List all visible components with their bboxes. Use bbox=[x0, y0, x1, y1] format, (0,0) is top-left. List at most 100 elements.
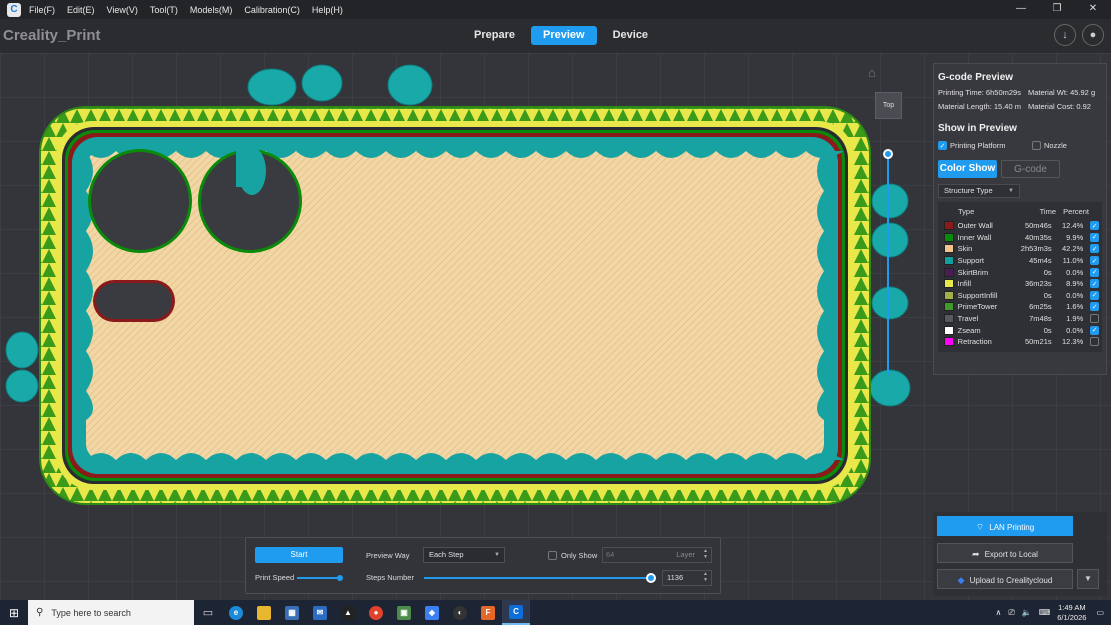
legend-visibility-checkbox[interactable]: ✓ bbox=[1090, 244, 1099, 254]
structure-type-select[interactable]: Structure Type ▼ bbox=[938, 184, 1020, 198]
legend-visibility-checkbox[interactable]: ✓ bbox=[1090, 290, 1099, 300]
maximize-icon[interactable]: ❐ bbox=[1039, 0, 1075, 19]
legend-row: Support 45m4s 11.0% ✓ bbox=[938, 255, 1102, 267]
menu-tool[interactable]: Tool(T) bbox=[150, 5, 178, 15]
clock[interactable]: 1:49 AM 6/1/2026 bbox=[1057, 603, 1086, 623]
upload-cloud-button[interactable]: ◆ Upload to Crealitycloud bbox=[937, 569, 1073, 589]
color-swatch bbox=[944, 244, 954, 254]
structure-type-value: Structure Type bbox=[944, 186, 993, 195]
app-icon-4[interactable]: ◐ bbox=[446, 600, 474, 625]
user-icon[interactable]: ● bbox=[1082, 24, 1104, 46]
layer-slider-track[interactable] bbox=[887, 154, 889, 374]
menu-file[interactable]: File(F) bbox=[29, 5, 55, 15]
export-panel: ⌔ LAN Printing ➦ Export to Local ◆ Upload t… bbox=[933, 512, 1107, 596]
print-speed-handle[interactable] bbox=[337, 575, 343, 581]
chevron-down-icon[interactable]: ▼ bbox=[1077, 569, 1099, 589]
legend-visibility-checkbox[interactable]: ✓ bbox=[1090, 325, 1099, 335]
preview-way-label: Preview Way bbox=[366, 551, 410, 560]
menu-view[interactable]: View(V) bbox=[107, 5, 138, 15]
notification-icon[interactable]: ▭ bbox=[1096, 608, 1104, 617]
legend-visibility-checkbox[interactable] bbox=[1090, 314, 1099, 324]
legend-time: 40m35s bbox=[1024, 232, 1052, 242]
printing-time: Printing Time: 6h50m29s bbox=[938, 88, 1021, 97]
tab-device[interactable]: Device bbox=[601, 26, 660, 45]
color-show-button[interactable]: Color Show bbox=[938, 160, 997, 178]
legend-visibility-checkbox[interactable]: ✓ bbox=[1090, 232, 1099, 242]
legend-row: SupportInfill 0s 0.0% ✓ bbox=[938, 290, 1102, 302]
only-show-layer-input[interactable]: 64 Layer ▲ ▼ bbox=[602, 547, 712, 563]
legend-time: 0s bbox=[1043, 290, 1052, 300]
steps-slider-handle[interactable] bbox=[646, 573, 656, 583]
preview-way-value: Each Step bbox=[429, 550, 464, 559]
legend-time: 0s bbox=[1043, 325, 1052, 335]
menu-calibration[interactable]: Calibration(C) bbox=[244, 5, 300, 15]
steps-slider[interactable] bbox=[424, 577, 652, 579]
download-icon[interactable]: ↓ bbox=[1054, 24, 1076, 46]
chevron-up-icon[interactable]: ∧ bbox=[995, 608, 1001, 617]
gcode-button[interactable]: G-code bbox=[1001, 160, 1060, 178]
color-swatch bbox=[944, 290, 954, 300]
chrome-icon[interactable]: ● bbox=[362, 600, 390, 625]
menu-bar: C File(F) Edit(E) View(V) Tool(T) Models… bbox=[0, 0, 1111, 19]
legend-visibility-checkbox[interactable] bbox=[1090, 337, 1099, 347]
legend-visibility-checkbox[interactable]: ✓ bbox=[1090, 256, 1099, 266]
spinner-icon[interactable]: ▲ ▼ bbox=[703, 548, 708, 560]
legend-visibility-checkbox[interactable]: ✓ bbox=[1090, 267, 1099, 277]
legend-row: Skin 2h53m3s 42.2% ✓ bbox=[938, 243, 1102, 255]
legend-percent: 1.9% bbox=[1066, 314, 1084, 324]
app-icon-5[interactable]: F bbox=[474, 600, 502, 625]
start-button[interactable]: Start bbox=[255, 547, 343, 563]
color-swatch bbox=[944, 256, 954, 266]
home-icon[interactable]: ⌂ bbox=[868, 65, 876, 80]
color-swatch bbox=[944, 302, 954, 312]
windows-start-icon[interactable]: ⊞ bbox=[0, 600, 28, 625]
edge-icon[interactable]: e bbox=[222, 600, 250, 625]
material-length: Material Length: 15.40 m bbox=[938, 102, 1021, 111]
minimize-icon[interactable]: — bbox=[1003, 0, 1039, 19]
app-brand: Creality_Print bbox=[3, 27, 101, 44]
task-view-icon[interactable]: ▭ bbox=[194, 600, 222, 625]
creality-print-taskbar-icon[interactable]: C bbox=[502, 600, 530, 625]
menu-edit[interactable]: Edit(E) bbox=[67, 5, 95, 15]
legend-type: Inner Wall bbox=[957, 232, 992, 242]
printing-platform-checkbox[interactable]: ✓ bbox=[938, 141, 947, 150]
app-icon-1[interactable]: ▲ bbox=[334, 600, 362, 625]
legend-time: 50m21s bbox=[1024, 337, 1052, 347]
export-local-button[interactable]: ➦ Export to Local bbox=[937, 543, 1073, 563]
taskbar-search[interactable]: ⚲ Type here to search bbox=[28, 600, 194, 625]
preview-way-select[interactable]: Each Step ▼ bbox=[423, 547, 505, 563]
legend-visibility-checkbox[interactable]: ✓ bbox=[1090, 302, 1099, 312]
legend-type: Retraction bbox=[957, 337, 992, 347]
nozzle-checkbox[interactable] bbox=[1032, 141, 1041, 150]
print-speed-slider[interactable] bbox=[297, 577, 341, 579]
view-cube[interactable]: Top bbox=[875, 92, 902, 119]
legend-visibility-checkbox[interactable]: ✓ bbox=[1090, 221, 1099, 231]
tab-preview[interactable]: Preview bbox=[530, 26, 597, 45]
mail-icon[interactable]: ✉ bbox=[306, 600, 334, 625]
store-icon[interactable]: ▦ bbox=[278, 600, 306, 625]
header-type: Type bbox=[958, 206, 975, 216]
print-speed-label: Print Speed bbox=[255, 573, 295, 582]
steps-number-input[interactable]: 1136 ▲ ▼ bbox=[662, 570, 712, 586]
only-show-checkbox[interactable] bbox=[548, 551, 557, 560]
layer-slider-handle[interactable] bbox=[883, 149, 893, 159]
keyboard-icon[interactable]: ⌨ bbox=[1039, 608, 1051, 617]
upload-cloud-label: Upload to Crealitycloud bbox=[969, 576, 1053, 585]
legend-row: Travel 7m48s 1.9% bbox=[938, 313, 1102, 325]
spinner-icon[interactable]: ▲ ▼ bbox=[703, 571, 708, 583]
volume-icon[interactable]: 🔈 bbox=[1022, 608, 1032, 617]
chevron-down-icon: ▼ bbox=[1008, 188, 1014, 194]
lan-printing-button[interactable]: ⌔ LAN Printing bbox=[937, 516, 1073, 536]
file-explorer-icon[interactable] bbox=[250, 600, 278, 625]
app-icon-2[interactable]: ▣ bbox=[390, 600, 418, 625]
legend-row: Inner Wall 40m35s 9.9% ✓ bbox=[938, 232, 1102, 244]
header-time: Time bbox=[1039, 206, 1056, 216]
legend-visibility-checkbox[interactable]: ✓ bbox=[1090, 279, 1099, 289]
menu-help[interactable]: Help(H) bbox=[312, 5, 343, 15]
color-swatch bbox=[944, 221, 954, 231]
app-icon-3[interactable]: ◈ bbox=[418, 600, 446, 625]
network-icon[interactable]: ⎚ bbox=[1008, 608, 1014, 618]
menu-models[interactable]: Models(M) bbox=[190, 5, 233, 15]
close-icon[interactable]: ✕ bbox=[1075, 0, 1111, 19]
tab-prepare[interactable]: Prepare bbox=[462, 26, 527, 45]
